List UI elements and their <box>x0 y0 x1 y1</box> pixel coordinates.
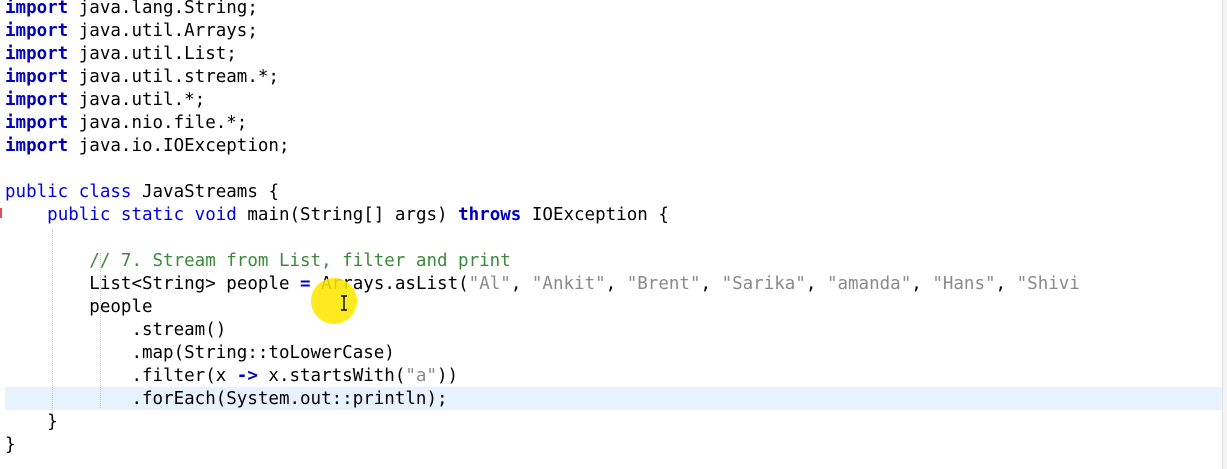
import-keyword: import <box>5 21 69 41</box>
import-path: java.util.List; <box>78 44 237 64</box>
code-line-receiver[interactable]: people <box>5 296 153 319</box>
import-keyword: import <box>5 136 69 156</box>
string-literal: "Brent" <box>626 274 701 294</box>
import-keyword: import <box>5 67 69 87</box>
method-call: .forEach(System.out::println); <box>131 389 448 409</box>
code-line-comment[interactable]: // 7. Stream from List, filter and print <box>5 250 511 273</box>
code-line-map[interactable]: .map(String::toLowerCase) <box>5 342 395 365</box>
code-line-close-method[interactable]: } <box>5 411 58 434</box>
brace: { <box>658 205 669 225</box>
code-editor[interactable]: import java.lang.String; import java.uti… <box>0 0 1227 469</box>
ibeam-cursor-icon <box>341 295 347 311</box>
code-line-import[interactable]: import java.util.*; <box>5 89 205 112</box>
separator: , <box>911 274 933 294</box>
string-literal: "Ankit" <box>531 274 606 294</box>
method-call: .filter(x <box>131 366 237 386</box>
separator: , <box>510 274 532 294</box>
import-path: java.util.stream.*; <box>78 67 279 87</box>
code-line-import[interactable]: import java.io.IOException; <box>5 135 289 158</box>
import-path: java.lang.String; <box>78 0 258 18</box>
string-literal: "a" <box>405 366 437 386</box>
brace: } <box>5 435 16 455</box>
brace: } <box>47 412 58 432</box>
import-keyword: import <box>5 113 69 133</box>
code-line-class-declaration[interactable]: public class JavaStreams { <box>5 181 279 204</box>
code-line-filter[interactable]: .filter(x -> x.startsWith("a")) <box>5 365 458 388</box>
gutter-error-marker <box>0 208 2 218</box>
separator: , <box>805 274 827 294</box>
method-call: x.startsWith( <box>257 366 406 386</box>
code-line-close-class[interactable]: } <box>5 434 16 457</box>
import-keyword: import <box>5 0 69 18</box>
separator: , <box>995 274 1017 294</box>
import-path: java.util.*; <box>78 90 206 110</box>
code-line-import[interactable]: import java.lang.String; <box>5 0 258 20</box>
import-path: java.util.Arrays; <box>78 21 258 41</box>
string-literal: "amanda" <box>826 274 912 294</box>
separator: , <box>605 274 627 294</box>
code-line-import[interactable]: import java.util.List; <box>5 43 237 66</box>
exception-type: IOException <box>531 205 648 225</box>
method-modifiers: public static void <box>47 205 237 225</box>
throws-keyword: throws <box>458 205 522 225</box>
code-comment: // 7. Stream from List, filter and print <box>89 251 511 271</box>
code-line-stream[interactable]: .stream() <box>5 319 226 342</box>
vertical-scrollbar[interactable] <box>1222 0 1227 469</box>
class-modifiers: public class <box>5 182 132 202</box>
method-params: (String[] args) <box>289 205 448 225</box>
code-line-foreach[interactable]: .forEach(System.out::println); <box>5 388 448 411</box>
separator: , <box>700 274 722 294</box>
code-line-import[interactable]: import java.util.stream.*; <box>5 66 279 89</box>
method-call: .map(String::toLowerCase) <box>131 343 395 363</box>
string-literal: "Sarika" <box>721 274 806 294</box>
assign-operator: = <box>300 274 311 294</box>
variable-name: people <box>89 297 153 317</box>
string-literal: "Shivi <box>1016 274 1080 294</box>
parens: )) <box>437 366 459 386</box>
code-line-main-declaration[interactable]: public static void main(String[] args) t… <box>5 204 669 227</box>
brace: { <box>268 182 279 202</box>
class-name: JavaStreams <box>141 182 258 202</box>
code-line-import[interactable]: import java.nio.file.*; <box>5 112 247 135</box>
method-name: main <box>247 205 290 225</box>
import-keyword: import <box>5 90 69 110</box>
string-literal: "Al" <box>468 274 511 294</box>
list-type: List<String> <box>89 274 216 294</box>
string-literal: "Hans" <box>932 274 996 294</box>
variable-name: people <box>226 274 290 294</box>
method-call: .stream() <box>131 320 227 340</box>
import-keyword: import <box>5 44 69 64</box>
import-path: java.nio.file.*; <box>78 113 248 133</box>
mouse-cursor-highlight <box>311 278 357 324</box>
code-line-import[interactable]: import java.util.Arrays; <box>5 20 258 43</box>
import-path: java.io.IOException; <box>78 136 290 156</box>
code-line-list-declaration[interactable]: List<String> people = Arrays.asList("Al"… <box>5 273 1080 296</box>
lambda-arrow: -> <box>236 366 258 386</box>
